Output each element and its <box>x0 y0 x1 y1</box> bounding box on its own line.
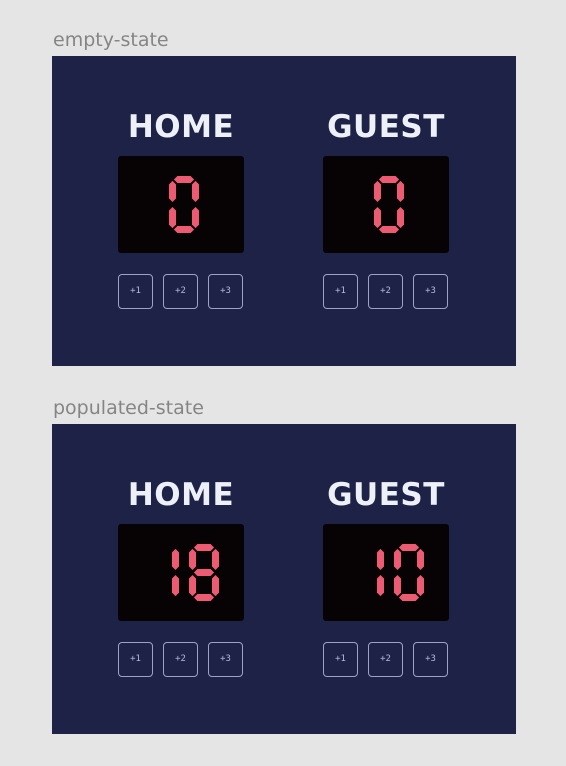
digit-segment-f <box>189 548 196 570</box>
guest-score-display <box>323 524 449 621</box>
digit-segment-a <box>378 176 400 183</box>
guest-team-name: GUEST <box>327 109 445 145</box>
score-digit-8 <box>189 544 219 601</box>
digit-segment-a <box>398 544 420 551</box>
digit-segment-a <box>193 544 215 551</box>
home-score-display <box>118 156 244 253</box>
digit-segment-e <box>169 207 176 229</box>
guest-add-two-button[interactable]: +2 <box>368 642 403 677</box>
guest-team-name: GUEST <box>327 477 445 513</box>
digit-segment-e <box>189 575 196 597</box>
home-team-panel: HOME +1 +2 +3 <box>118 109 244 311</box>
digit-segment-c <box>417 575 424 597</box>
home-add-three-button[interactable]: +3 <box>208 274 243 309</box>
digit-segment-c <box>192 207 199 229</box>
digit-segment-b <box>212 548 219 570</box>
digit-segment-e <box>374 207 381 229</box>
score-digit-0 <box>169 176 199 233</box>
digit-segment-g <box>193 569 215 576</box>
digit-segment-d <box>398 594 420 601</box>
digit-segment-d <box>378 226 400 233</box>
scoreboard-frame-populated: HOME +1 +2 +3 GUEST +1 +2 +3 <box>52 424 516 734</box>
digit-segment-b <box>377 548 384 570</box>
digit-segment-d <box>193 594 215 601</box>
score-digits <box>377 544 424 601</box>
score-digit-0 <box>394 544 424 601</box>
home-score-buttons: +1 +2 +3 <box>118 642 244 679</box>
home-add-one-button[interactable]: +1 <box>118 642 153 677</box>
guest-score-buttons: +1 +2 +3 <box>323 642 449 679</box>
home-add-one-button[interactable]: +1 <box>118 274 153 309</box>
score-digit-1 <box>377 548 384 597</box>
home-team-panel: HOME +1 +2 +3 <box>118 477 244 679</box>
home-score-display <box>118 524 244 621</box>
score-digits <box>374 176 404 233</box>
home-add-three-button[interactable]: +3 <box>208 642 243 677</box>
score-digits <box>169 176 199 233</box>
digit-segment-c <box>397 207 404 229</box>
frame-label-empty-state: empty-state <box>53 29 169 51</box>
home-score-buttons: +1 +2 +3 <box>118 274 244 311</box>
digit-segment-f <box>374 180 381 202</box>
home-team-name: HOME <box>127 109 235 145</box>
frame-label-populated-state: populated-state <box>53 397 204 419</box>
score-digit-1 <box>172 548 179 597</box>
home-add-two-button[interactable]: +2 <box>163 274 198 309</box>
guest-score-buttons: +1 +2 +3 <box>323 274 449 311</box>
digit-segment-b <box>192 180 199 202</box>
guest-team-panel: GUEST +1 +2 +3 <box>323 109 449 311</box>
digit-segment-c <box>172 575 179 597</box>
guest-add-three-button[interactable]: +3 <box>413 274 448 309</box>
digit-segment-d <box>173 226 195 233</box>
scoreboard-frame-empty: HOME +1 +2 +3 GUEST +1 +2 +3 <box>52 56 516 366</box>
home-team-name: HOME <box>127 477 235 513</box>
home-add-two-button[interactable]: +2 <box>163 642 198 677</box>
guest-add-two-button[interactable]: +2 <box>368 274 403 309</box>
guest-add-one-button[interactable]: +1 <box>323 274 358 309</box>
digit-segment-e <box>394 575 401 597</box>
digit-segment-c <box>377 575 384 597</box>
digit-segment-f <box>169 180 176 202</box>
digit-segment-f <box>394 548 401 570</box>
digit-segment-b <box>417 548 424 570</box>
digit-segment-b <box>172 548 179 570</box>
guest-score-display <box>323 156 449 253</box>
guest-add-one-button[interactable]: +1 <box>323 642 358 677</box>
score-digits <box>172 544 219 601</box>
guest-team-panel: GUEST +1 +2 +3 <box>323 477 449 679</box>
digit-segment-c <box>212 575 219 597</box>
score-digit-0 <box>374 176 404 233</box>
digit-segment-b <box>397 180 404 202</box>
digit-segment-a <box>173 176 195 183</box>
guest-add-three-button[interactable]: +3 <box>413 642 448 677</box>
